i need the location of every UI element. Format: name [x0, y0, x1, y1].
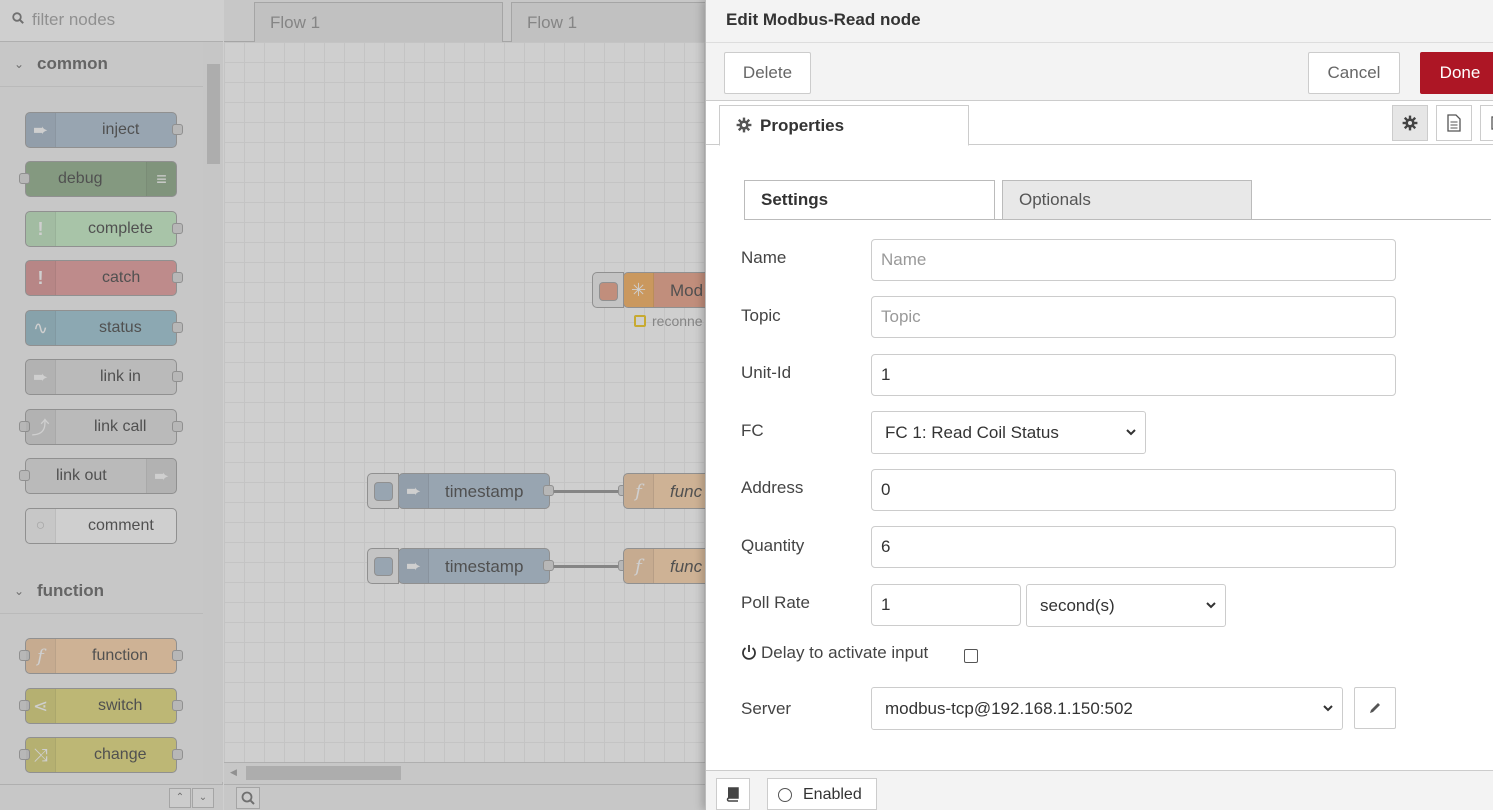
- tray-header: Edit Modbus-Read node: [706, 0, 1493, 43]
- gear-icon: [736, 117, 752, 133]
- poll-rate-label: Poll Rate: [741, 593, 810, 612]
- poll-rate-unit-select[interactable]: second(s): [1026, 584, 1226, 627]
- circle-icon: [778, 788, 792, 802]
- tab-optionals[interactable]: Optionals: [1002, 180, 1252, 220]
- server-select[interactable]: modbus-tcp@192.168.1.150:502: [871, 687, 1343, 730]
- done-button[interactable]: Done: [1420, 52, 1493, 94]
- fc-select-value: FC 1: Read Coil Status: [885, 422, 1059, 442]
- book-icon: [726, 787, 739, 802]
- chevron-down-icon: [1126, 429, 1136, 436]
- power-icon: [742, 645, 756, 660]
- quantity-input[interactable]: 6: [871, 526, 1396, 568]
- address-input[interactable]: 0: [871, 469, 1396, 511]
- tab-label: Properties: [760, 116, 845, 135]
- tab-divider: [744, 219, 1491, 220]
- settings-form: Settings Optionals Name Name Topic Topic…: [706, 145, 1493, 770]
- tab-settings[interactable]: Settings: [744, 180, 995, 220]
- node-properties-button[interactable]: [1392, 105, 1428, 141]
- chevron-down-icon: [1206, 602, 1216, 609]
- node-red-editor: filter nodes ⌄ common ➨ inject debug ≡ !: [0, 0, 1493, 810]
- tab-properties[interactable]: Properties: [719, 105, 969, 146]
- tray-footer: Enabled: [706, 770, 1493, 810]
- cancel-button[interactable]: Cancel: [1308, 52, 1400, 94]
- edit-server-button[interactable]: [1354, 687, 1396, 729]
- fc-select[interactable]: FC 1: Read Coil Status: [871, 411, 1146, 454]
- tray-toolbar: Delete Cancel Done: [706, 43, 1493, 101]
- properties-tabbar: Properties: [706, 101, 1493, 146]
- address-label: Address: [741, 478, 804, 497]
- unit-id-input[interactable]: 1: [871, 354, 1396, 396]
- document-icon: [1447, 114, 1461, 132]
- delay-label: Delay to activate input: [761, 643, 929, 662]
- pencil-icon: [1370, 703, 1380, 713]
- topic-label: Topic: [741, 306, 781, 325]
- tray-title: Edit Modbus-Read node: [726, 10, 921, 29]
- modal-overlay[interactable]: [0, 0, 705, 810]
- poll-rate-input[interactable]: 1: [871, 584, 1021, 626]
- unit-id-label: Unit-Id: [741, 363, 792, 382]
- server-select-value: modbus-tcp@192.168.1.150:502: [885, 698, 1133, 718]
- enabled-label: Enabled: [803, 786, 862, 803]
- edit-tray: Edit Modbus-Read node Delete Cancel Done…: [705, 0, 1493, 810]
- delay-checkbox[interactable]: [964, 649, 978, 663]
- chevron-down-icon: [1323, 705, 1333, 712]
- node-appearance-button[interactable]: [1480, 105, 1493, 141]
- enabled-toggle[interactable]: Enabled: [767, 778, 877, 810]
- name-input[interactable]: Name: [871, 239, 1396, 281]
- quantity-label: Quantity: [741, 536, 805, 555]
- help-button[interactable]: [716, 778, 750, 810]
- name-label: Name: [741, 248, 787, 267]
- poll-rate-unit-value: second(s): [1040, 595, 1115, 615]
- gear-icon: [1402, 115, 1418, 131]
- delete-button[interactable]: Delete: [724, 52, 811, 94]
- node-description-button[interactable]: [1436, 105, 1472, 141]
- fc-label: FC: [741, 421, 764, 440]
- server-label: Server: [741, 699, 792, 718]
- topic-input[interactable]: Topic: [871, 296, 1396, 338]
